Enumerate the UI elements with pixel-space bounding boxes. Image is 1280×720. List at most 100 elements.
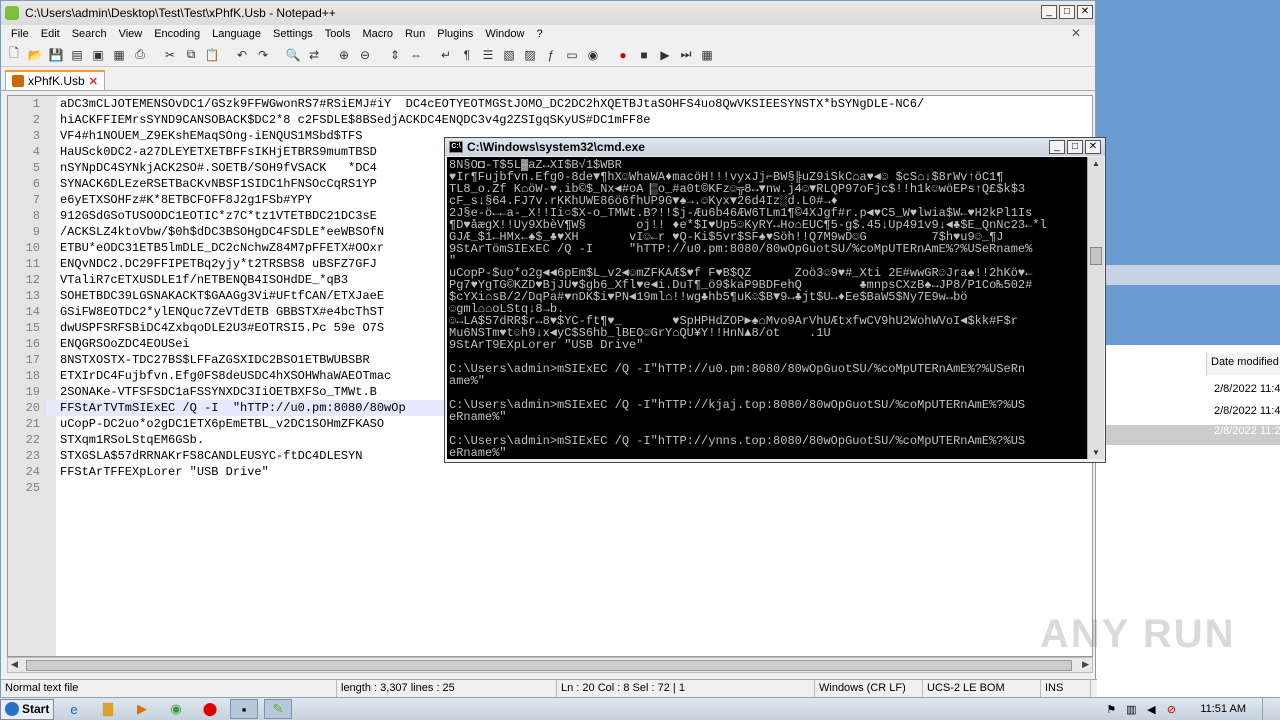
lang-udf-icon[interactable]: ▧ [500,46,518,64]
network-icon[interactable]: ▥ [1124,702,1138,716]
start-button[interactable]: Start [0,698,54,720]
play-multiple-macro-icon[interactable]: ⏭ [677,46,695,64]
file-saved-icon [12,75,24,87]
console-line: ♥Ir¶Fujbfvn.Efg0-8de▼¶hX☺WhaWA♦macöH!!!v… [449,171,1004,183]
status-encoding: UCS-2 LE BOM [923,680,1041,697]
open-file-icon[interactable]: 📂 [26,46,44,64]
cmd-taskbar-icon[interactable]: ▪ [230,699,258,719]
scroll-down-icon[interactable]: ▼ [1092,448,1100,457]
redo-icon[interactable]: ↷ [254,46,272,64]
tab-xphfk-usb[interactable]: xPhfK.Usb ✕ [5,70,105,90]
action-center-icon[interactable]: ⚑ [1104,702,1118,716]
horizontal-scrollbar[interactable]: ◀ ▶ [7,657,1093,673]
word-wrap-icon[interactable]: ↵ [437,46,455,64]
scroll-up-icon[interactable]: ▲ [1092,159,1100,168]
editor-line[interactable]: 25 [8,480,1092,496]
volume-icon[interactable]: ◀ [1144,702,1158,716]
indent-guide-icon[interactable]: ☰ [479,46,497,64]
menu-language[interactable]: Language [206,28,267,40]
menu-encoding[interactable]: Encoding [148,28,206,40]
stop-macro-icon[interactable]: ■ [635,46,653,64]
line-text: e6yETXSOHFz#K*8ETBCFOFF8J2g1FSb#YPY [60,193,313,207]
sync-vertical-icon[interactable]: ⇕ [386,46,404,64]
maximize-button[interactable]: □ [1059,5,1075,19]
close-button[interactable]: ✕ [1077,5,1093,19]
undo-icon[interactable]: ↶ [233,46,251,64]
file-row-date[interactable]: 2/8/2022 11:4 [1214,405,1280,423]
ie-icon[interactable]: e [60,699,88,719]
minimize-button[interactable]: _ [1041,5,1057,19]
clock[interactable]: 11:51 AM [1200,703,1246,715]
notepadpp-taskbar-icon[interactable]: ✎ [264,699,292,719]
show-all-chars-icon[interactable]: ¶ [458,46,476,64]
find-icon[interactable]: 🔍 [284,46,302,64]
file-row-date[interactable]: 2/8/2022 11:4 [1214,383,1280,401]
menu-edit[interactable]: Edit [35,28,66,40]
menu-macro[interactable]: Macro [356,28,399,40]
explorer-folder-icon[interactable]: ▇ [94,699,122,719]
record-macro-icon[interactable]: ● [614,46,632,64]
show-desktop-button[interactable] [1262,698,1272,720]
function-list-icon[interactable]: ƒ [542,46,560,64]
line-number: 17 [25,353,40,367]
close-all-icon[interactable]: ▦ [110,46,128,64]
line-number: 15 [25,321,40,335]
console-line: ☺gml⌂⌂oLStq↓8→b. [449,303,565,315]
line-text: FFStArTFFEXpLorer "USB Drive" [60,465,269,479]
menu-search[interactable]: Search [66,28,113,40]
notepadpp-title-bar[interactable]: C:\Users\admin\Desktop\Test\Test\xPhfK.U… [1,1,1095,25]
scrollbar-thumb[interactable] [26,660,1072,671]
cmd-scrollbar-thumb[interactable] [1090,247,1102,265]
cmd-minimize-button[interactable]: _ [1049,140,1065,154]
chrome-icon[interactable]: ◉ [162,699,190,719]
sync-horizontal-icon[interactable]: ⇔ [407,46,425,64]
scroll-left-icon[interactable]: ◀ [11,659,18,670]
replace-icon[interactable]: ⇄ [305,46,323,64]
tab-label: xPhfK.Usb [28,74,85,88]
explorer-toolbar [1096,265,1280,285]
zoom-in-icon[interactable]: ⊕ [335,46,353,64]
file-row-date-selected[interactable]: 2/8/2022 11:2 [1096,425,1280,445]
editor-line[interactable]: 1 aDC3mCLJOTEMENSOvDC1/GSzk9FFWGwonRS7#RS… [8,96,1092,112]
editor-line[interactable]: 2 hiACKFFIEMrsSYND9CANSOBACK$DC2*8 c2FSDL… [8,112,1092,128]
scroll-right-icon[interactable]: ▶ [1082,659,1089,670]
cmd-title-bar[interactable]: C:\ C:\Windows\system32\cmd.exe [445,138,1105,156]
play-macro-icon[interactable]: ▶ [656,46,674,64]
save-icon[interactable]: 💾 [47,46,65,64]
folder-workspace-icon[interactable]: ▭ [563,46,581,64]
menu-view[interactable]: View [113,28,149,40]
monitoring-icon[interactable]: ◉ [584,46,602,64]
media-player-icon[interactable]: ▶ [128,699,156,719]
security-icon[interactable]: ⊘ [1164,702,1178,716]
editor-line[interactable]: 24 FFStArTFFEXpLorer "USB Drive" [8,464,1092,480]
tab-close-icon[interactable]: ✕ [89,75,98,88]
cmd-console-output[interactable]: 8N§O◘-T$5L▓aZ↔XI$B√1$WBR ♥Ir¶Fujbfvn.Efg0… [447,157,1087,459]
column-header-date-modified[interactable]: Date modified [1206,353,1280,375]
copy-icon[interactable]: ⧉ [182,46,200,64]
new-file-icon[interactable]: 🗋 [5,46,23,64]
menu-settings[interactable]: Settings [267,28,319,40]
menu-help[interactable]: ? [530,28,548,40]
status-eol: Windows (CR LF) [815,680,923,697]
close-icon[interactable]: ▣ [89,46,107,64]
cmd-close-button[interactable]: ✕ [1085,140,1101,154]
menu-plugins[interactable]: Plugins [431,28,479,40]
menu-window[interactable]: Window [479,28,530,40]
zoom-out-icon[interactable]: ⊖ [356,46,374,64]
menu-run[interactable]: Run [399,28,431,40]
save-macro-icon[interactable]: ▦ [698,46,716,64]
paste-icon[interactable]: 📋 [203,46,221,64]
save-all-icon[interactable]: ▤ [68,46,86,64]
menu-file[interactable]: File [5,28,35,40]
cut-icon[interactable]: ✂ [161,46,179,64]
console-line: Pg7♥YgTG©KZD♥BjJU♥$gb6_Xfl♥e◄i.DuT¶_ö9$k… [449,279,1033,291]
cmd-vertical-scrollbar[interactable]: ▲ ▼ [1087,157,1104,459]
console-line: $cYXi⌂sB/2/DqPa#♥nDK$i♥PN◄19ml⌂!!wg♣hb5¶… [449,291,968,303]
cmd-maximize-button[interactable]: □ [1067,140,1083,154]
close-document-icon[interactable]: ✕ [1065,26,1087,40]
menu-tools[interactable]: Tools [319,28,357,40]
toolbar: 🗋 📂 💾 ▤ ▣ ▦ ⎙ ✂ ⧉ 📋 ↶ ↷ 🔍 ⇄ ⊕ ⊖ ⇕ ⇔ ↵ ¶ … [1,43,1095,67]
doc-map-icon[interactable]: ▨ [521,46,539,64]
print-icon[interactable]: ⎙ [131,46,149,64]
opera-icon[interactable]: ⬤ [196,699,224,719]
